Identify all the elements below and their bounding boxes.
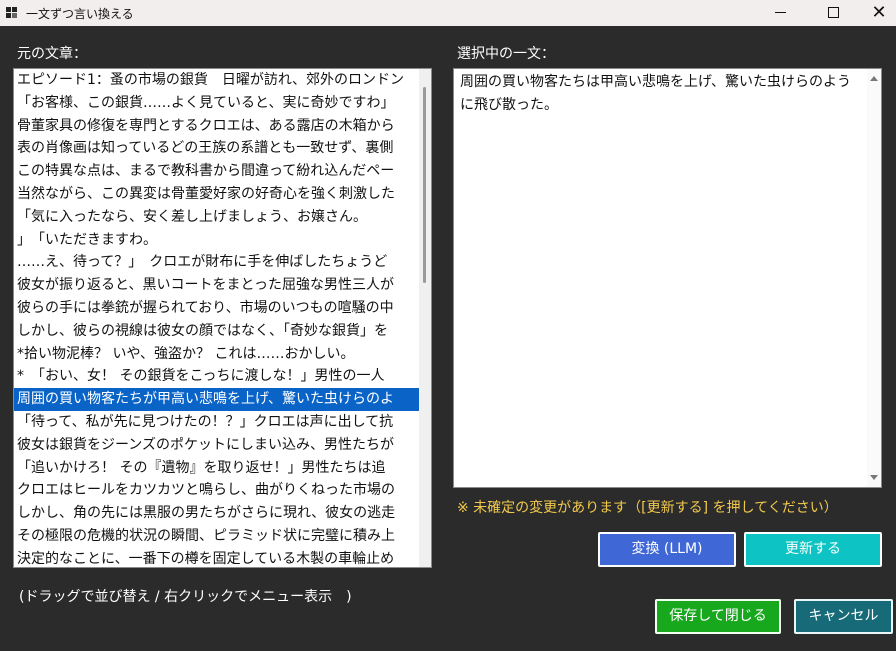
save-and-close-button[interactable]: 保存して閉じる [655,599,781,634]
list-item[interactable]: 「気に入ったなら、安く差し上げましょう、お嬢さん。 [14,206,420,229]
sentence-list[interactable]: エピソード1：蚤の市場の銀貨 日曜が訪れ、郊外のロンドン 「お客様、この銀貨……よ… [13,68,432,568]
editor-scrollbar[interactable] [867,69,881,487]
unsaved-changes-warning: ※ 未確定の変更があります（[更新する] を押してください） [457,500,838,516]
scroll-down-icon[interactable] [870,475,878,480]
list-item[interactable]: 「待って、私が先に見つけたの！？」クロエは声に出して抗 [14,411,420,434]
list-item[interactable]: 」 「いただきますわ。 [14,229,420,252]
window-title: 一文ずつ言い換える [26,7,134,21]
usage-hint: (ドラッグで並び替え / 右クリックでメニュー表示 ) [19,589,352,605]
list-scrollbar-thumb[interactable] [423,87,426,283]
maximize-icon [828,7,839,18]
minimize-icon [775,12,786,13]
sentence-list-items: エピソード1：蚤の市場の銀貨 日曜が訪れ、郊外のロンドン 「お客様、この銀貨……よ… [14,69,420,567]
list-item[interactable]: 「お客様、この銀貨……よく見ていると、実に奇妙ですわ」 [14,92,420,115]
list-item[interactable]: 彼女は銀貨をジーンズのポケットにしまい込み、男性たちが [14,434,420,457]
list-item[interactable]: ……え、待って？」 クロエが財布に手を伸ばしたちょうど [14,251,420,274]
list-item[interactable]: 決定的なことに、一番下の樽を固定している木製の車輪止め [14,548,420,567]
close-icon: ✕ [871,2,887,23]
title-bar: 一文ずつ言い換える ✕ [0,0,896,26]
list-item[interactable]: しかし、角の先には黒服の男たちがさらに現れ、彼女の逃走 [14,502,420,525]
list-item[interactable]: しかし、彼らの視線は彼女の顔ではなく、「奇妙な銀貨」を [14,320,420,343]
list-item[interactable]: 骨董家具の修復を専門とするクロエは、ある露店の木箱から [14,115,420,138]
list-item[interactable]: エピソード1：蚤の市場の銀貨 日曜が訪れ、郊外のロンドン [14,69,420,92]
selected-sentence-editor[interactable]: 周囲の買い物客たちは甲高い悲鳴を上げ、驚いた虫けらのように飛び散った。 [453,68,882,488]
list-item[interactable]: * 「おい、女！ その銀貨をこっちに渡しな！」男性の一人 [14,365,420,388]
list-item[interactable]: 彼らの手には拳銃が握られており、市場のいつもの喧騒の中 [14,297,420,320]
list-item[interactable]: クロエはヒールをカツカツと鳴らし、曲がりくねった市場の [14,479,420,502]
list-item[interactable]: 周囲の買い物客たちが甲高い悲鳴を上げ、驚いた虫けらのよ [14,388,420,411]
maximize-button[interactable] [810,0,856,26]
list-item[interactable]: その極限の危機的状況の瞬間、ピラミッド状に完璧に積み上 [14,525,420,548]
convert-llm-button[interactable]: 変換 (LLM) [598,532,736,567]
cancel-button[interactable]: キャンセル [794,599,893,634]
list-item[interactable]: 彼女が振り返ると、黒いコートをまとった屈強な男性三人が [14,274,420,297]
close-button[interactable]: ✕ [856,0,896,26]
list-item[interactable]: *拾い物泥棒？ いや、強盗か？ これは……おかしい。 [14,343,420,366]
minimize-button[interactable] [758,0,804,26]
selected-sentence-text[interactable]: 周囲の買い物客たちは甲高い悲鳴を上げ、驚いた虫けらのように飛び散った。 [460,71,858,117]
list-scrollbar[interactable] [419,69,431,567]
list-item[interactable]: この特異な点は、まるで教科書から間違って紛れ込んだペー [14,160,420,183]
app-icon [6,7,18,19]
list-item[interactable]: 当然ながら、この異変は骨董愛好家の好奇心を強く刺激した [14,183,420,206]
source-text-label: 元の文章： [17,46,87,62]
list-item[interactable]: 「追いかけろ！ その『遺物』を取り返せ！」男性たちは追 [14,457,420,480]
list-item[interactable]: 表の肖像画は知っているどの王族の系譜とも一致せず、裏側 [14,137,420,160]
selected-sentence-label: 選択中の一文： [457,46,555,62]
update-button[interactable]: 更新する [744,532,882,567]
scroll-up-icon[interactable] [870,76,878,81]
